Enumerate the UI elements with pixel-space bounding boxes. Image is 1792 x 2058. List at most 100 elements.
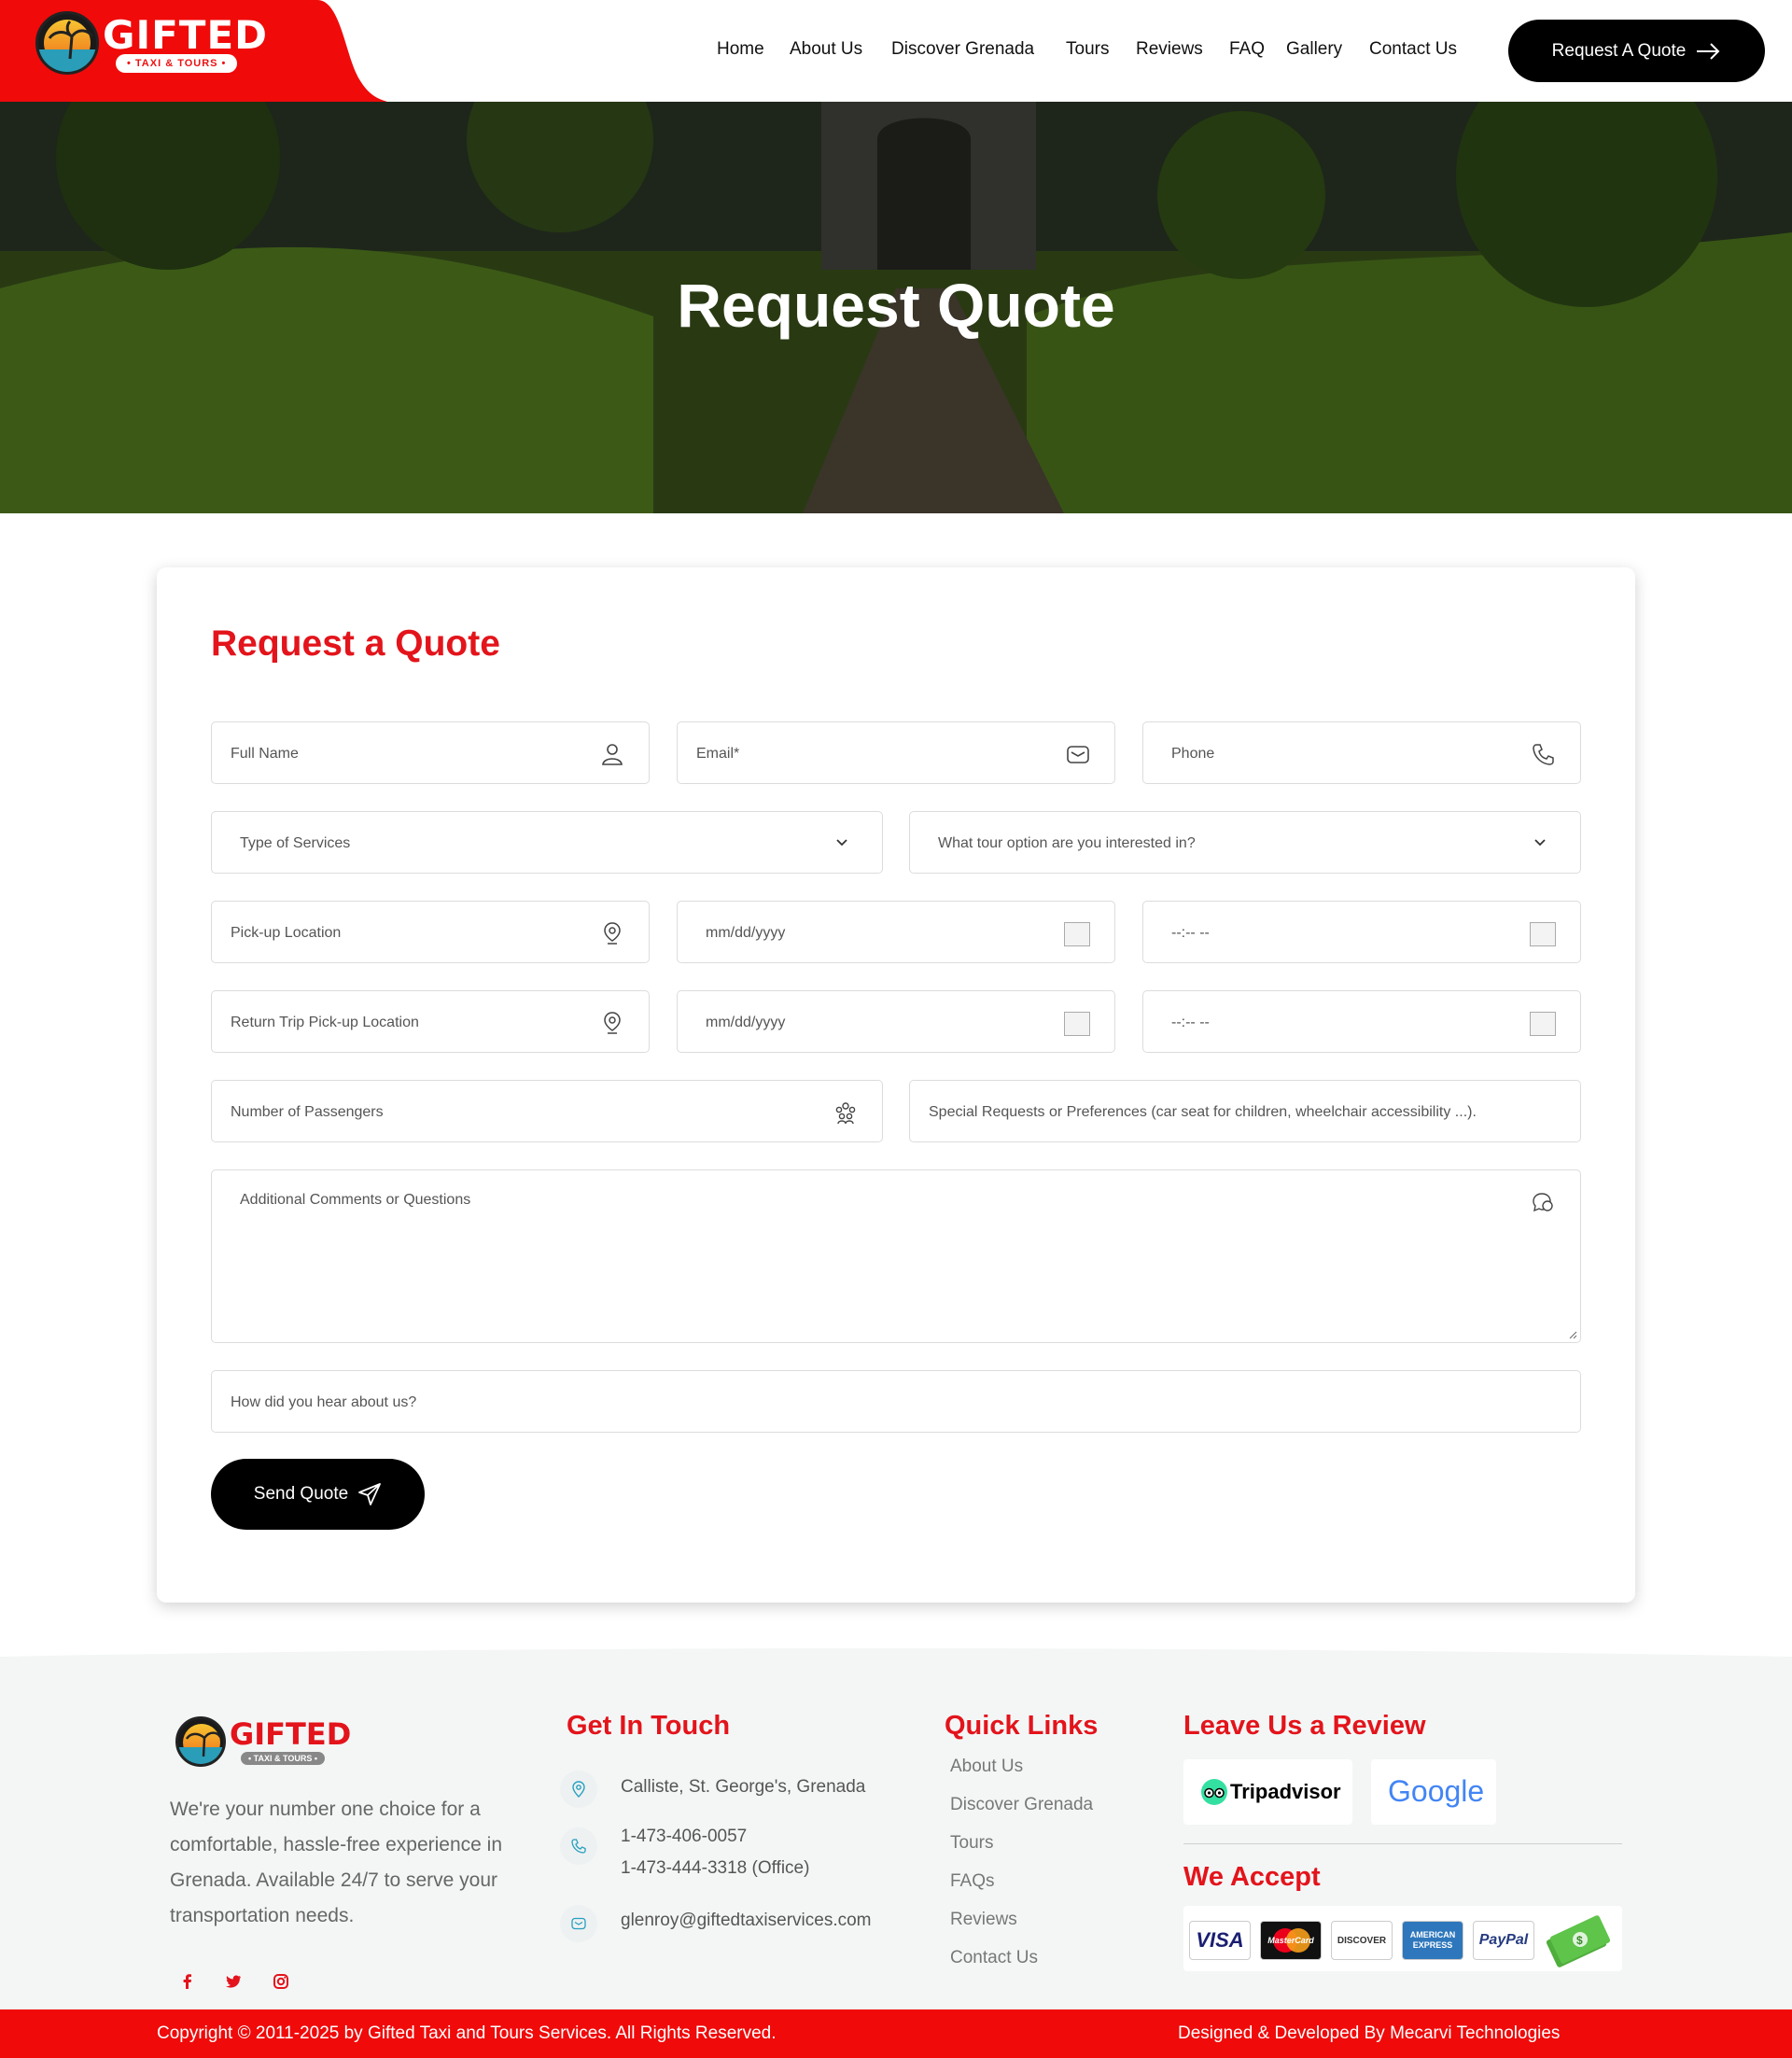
phone-input[interactable]: Phone: [1142, 721, 1581, 784]
amex-card-icon: AMERICAN EXPRESS: [1402, 1921, 1463, 1960]
tour-option-select[interactable]: What tour option are you interested in?: [909, 811, 1581, 874]
developer-credit[interactable]: Designed & Developed By Mecarvi Technolo…: [1178, 2023, 1560, 2044]
footer-address: Calliste, St. George's, Grenada: [621, 1777, 866, 1797]
comments-textarea[interactable]: Additional Comments or Questions: [211, 1169, 1581, 1343]
nav-about-us[interactable]: About Us: [790, 39, 862, 60]
footer-phone-2[interactable]: 1-473-444-3318 (Office): [621, 1853, 809, 1884]
tour-option-placeholder: What tour option are you interested in?: [938, 835, 1196, 851]
mastercard-icon: MasterCard: [1260, 1921, 1322, 1960]
quick-link-faqs[interactable]: FAQs: [950, 1871, 995, 1892]
email-input[interactable]: Email*: [677, 721, 1115, 784]
site-logo: GIFTED • TAXI & TOURS •: [35, 11, 267, 77]
copyright-bar: Copyright © 2011-2025 by Gifted Taxi and…: [0, 2009, 1792, 2058]
phone-icon: [1533, 744, 1554, 765]
google-label: Google: [1388, 1774, 1485, 1808]
comments-placeholder: Additional Comments or Questions: [240, 1192, 471, 1208]
nav-reviews[interactable]: Reviews: [1136, 39, 1203, 60]
nav-gallery[interactable]: Gallery: [1286, 39, 1342, 60]
quick-link-contact-us[interactable]: Contact Us: [950, 1948, 1038, 1968]
arrow-right-icon: [1697, 42, 1720, 60]
copyright-text: Copyright © 2011-2025 by Gifted Taxi and…: [157, 2023, 777, 2043]
request-quote-label: Request A Quote: [1551, 40, 1687, 61]
referral-source-input[interactable]: How did you hear about us?: [211, 1370, 1581, 1433]
we-accept-heading: We Accept: [1183, 1862, 1321, 1892]
return-location-input[interactable]: Return Trip Pick-up Location: [211, 990, 650, 1053]
page-title: Request Quote: [677, 271, 1115, 340]
chevron-down-icon: [1534, 839, 1546, 847]
logo-area[interactable]: GIFTED • TAXI & TOURS •: [0, 0, 387, 102]
footer-about-text: We're your number one choice for a comfo…: [170, 1799, 503, 1926]
passengers-input[interactable]: Number of Passengers: [211, 1080, 883, 1142]
return-date-placeholder: mm/dd/yyyy: [706, 1015, 786, 1030]
nav-faq[interactable]: FAQ: [1229, 39, 1265, 60]
footer-phone-1[interactable]: 1-473-406-0057: [621, 1821, 747, 1853]
return-time-input[interactable]: --:-- --: [1142, 990, 1581, 1053]
service-type-select[interactable]: Type of Services: [211, 811, 883, 874]
facebook-icon[interactable]: [178, 1972, 197, 1991]
quick-link-about-us[interactable]: About Us: [950, 1757, 1023, 1777]
tripadvisor-owl-icon: [1201, 1779, 1227, 1805]
tripadvisor-review-link[interactable]: Tripadvisor: [1183, 1759, 1352, 1825]
location-pin-icon: [604, 1012, 621, 1034]
chevron-down-icon: [836, 839, 847, 847]
payment-methods: VISA MasterCard DISCOVER AMERICAN EXPRES…: [1183, 1906, 1622, 1971]
return-date-input[interactable]: mm/dd/yyyy: [677, 990, 1115, 1053]
svg-text:$: $: [1576, 1934, 1583, 1947]
twitter-icon[interactable]: [224, 1972, 243, 1991]
nav-home[interactable]: Home: [717, 39, 764, 60]
get-in-touch-heading: Get In Touch: [567, 1711, 731, 1741]
mail-icon: [1067, 746, 1089, 763]
clock-icon[interactable]: [1530, 922, 1556, 946]
return-time-placeholder: --:-- --: [1171, 1015, 1210, 1030]
site-footer: GIFTED • TAXI & TOURS • We're your numbe…: [0, 1648, 1792, 2011]
logo-badge-icon: [175, 1716, 226, 1767]
quick-link-discover-grenada[interactable]: Discover Grenada: [950, 1795, 1093, 1815]
send-quote-label: Send Quote: [253, 1484, 349, 1504]
footer-email[interactable]: glenroy@giftedtaxiservices.com: [621, 1905, 872, 1937]
passengers-placeholder: Number of Passengers: [231, 1104, 384, 1120]
tripadvisor-label: Tripadvisor: [1230, 1780, 1341, 1803]
mastercard-label: MasterCard: [1267, 1936, 1314, 1945]
pickup-location-input[interactable]: Pick-up Location: [211, 901, 650, 963]
footer-logo-wordmark: GIFTED: [230, 1716, 352, 1752]
quick-link-tours[interactable]: Tours: [950, 1833, 993, 1854]
clock-icon[interactable]: [1530, 1012, 1556, 1036]
discover-card-icon: DISCOVER: [1331, 1921, 1393, 1960]
leave-review-heading: Leave Us a Review: [1183, 1711, 1426, 1741]
send-quote-button[interactable]: Send Quote: [211, 1459, 425, 1530]
phone-placeholder: Phone: [1171, 746, 1215, 762]
request-quote-button[interactable]: Request A Quote: [1508, 20, 1765, 82]
logo-badge-icon: [35, 11, 99, 75]
calendar-icon[interactable]: [1064, 922, 1090, 946]
location-pin-icon: [604, 922, 621, 945]
pickup-date-placeholder: mm/dd/yyyy: [706, 925, 786, 941]
email-placeholder: Email*: [696, 746, 740, 762]
phone-icon: [560, 1827, 597, 1865]
email-icon: [560, 1905, 597, 1942]
special-requests-placeholder: Special Requests or Preferences (car sea…: [929, 1104, 1477, 1120]
google-review-link[interactable]: Google: [1371, 1759, 1496, 1825]
nav-tours[interactable]: Tours: [1066, 39, 1109, 60]
service-type-placeholder: Type of Services: [240, 835, 351, 851]
pickup-time-placeholder: --:-- --: [1171, 925, 1210, 941]
resize-grip-icon[interactable]: [1568, 1330, 1577, 1339]
special-requests-input[interactable]: Special Requests or Preferences (car sea…: [909, 1080, 1581, 1142]
quick-link-reviews[interactable]: Reviews: [950, 1910, 1017, 1930]
full-name-input[interactable]: Full Name: [211, 721, 650, 784]
nav-discover-grenada[interactable]: Discover Grenada: [891, 39, 1034, 60]
quick-links-heading: Quick Links: [945, 1711, 1099, 1741]
form-title: Request a Quote: [211, 623, 500, 664]
hero-banner: Request Quote: [0, 102, 1792, 513]
footer-logo[interactable]: GIFTED • TAXI & TOURS •: [175, 1716, 353, 1769]
pickup-time-input[interactable]: --:-- --: [1142, 901, 1581, 963]
logo-tagline: • TAXI & TOURS •: [116, 54, 238, 73]
pickup-location-placeholder: Pick-up Location: [231, 925, 342, 941]
return-location-placeholder: Return Trip Pick-up Location: [231, 1015, 419, 1030]
full-name-placeholder: Full Name: [231, 746, 299, 762]
calendar-icon[interactable]: [1064, 1012, 1090, 1036]
chat-bubble-icon: [1533, 1193, 1553, 1212]
address-icon: [560, 1771, 597, 1808]
instagram-icon[interactable]: [272, 1972, 290, 1991]
nav-contact-us[interactable]: Contact Us: [1369, 39, 1457, 60]
pickup-date-input[interactable]: mm/dd/yyyy: [677, 901, 1115, 963]
